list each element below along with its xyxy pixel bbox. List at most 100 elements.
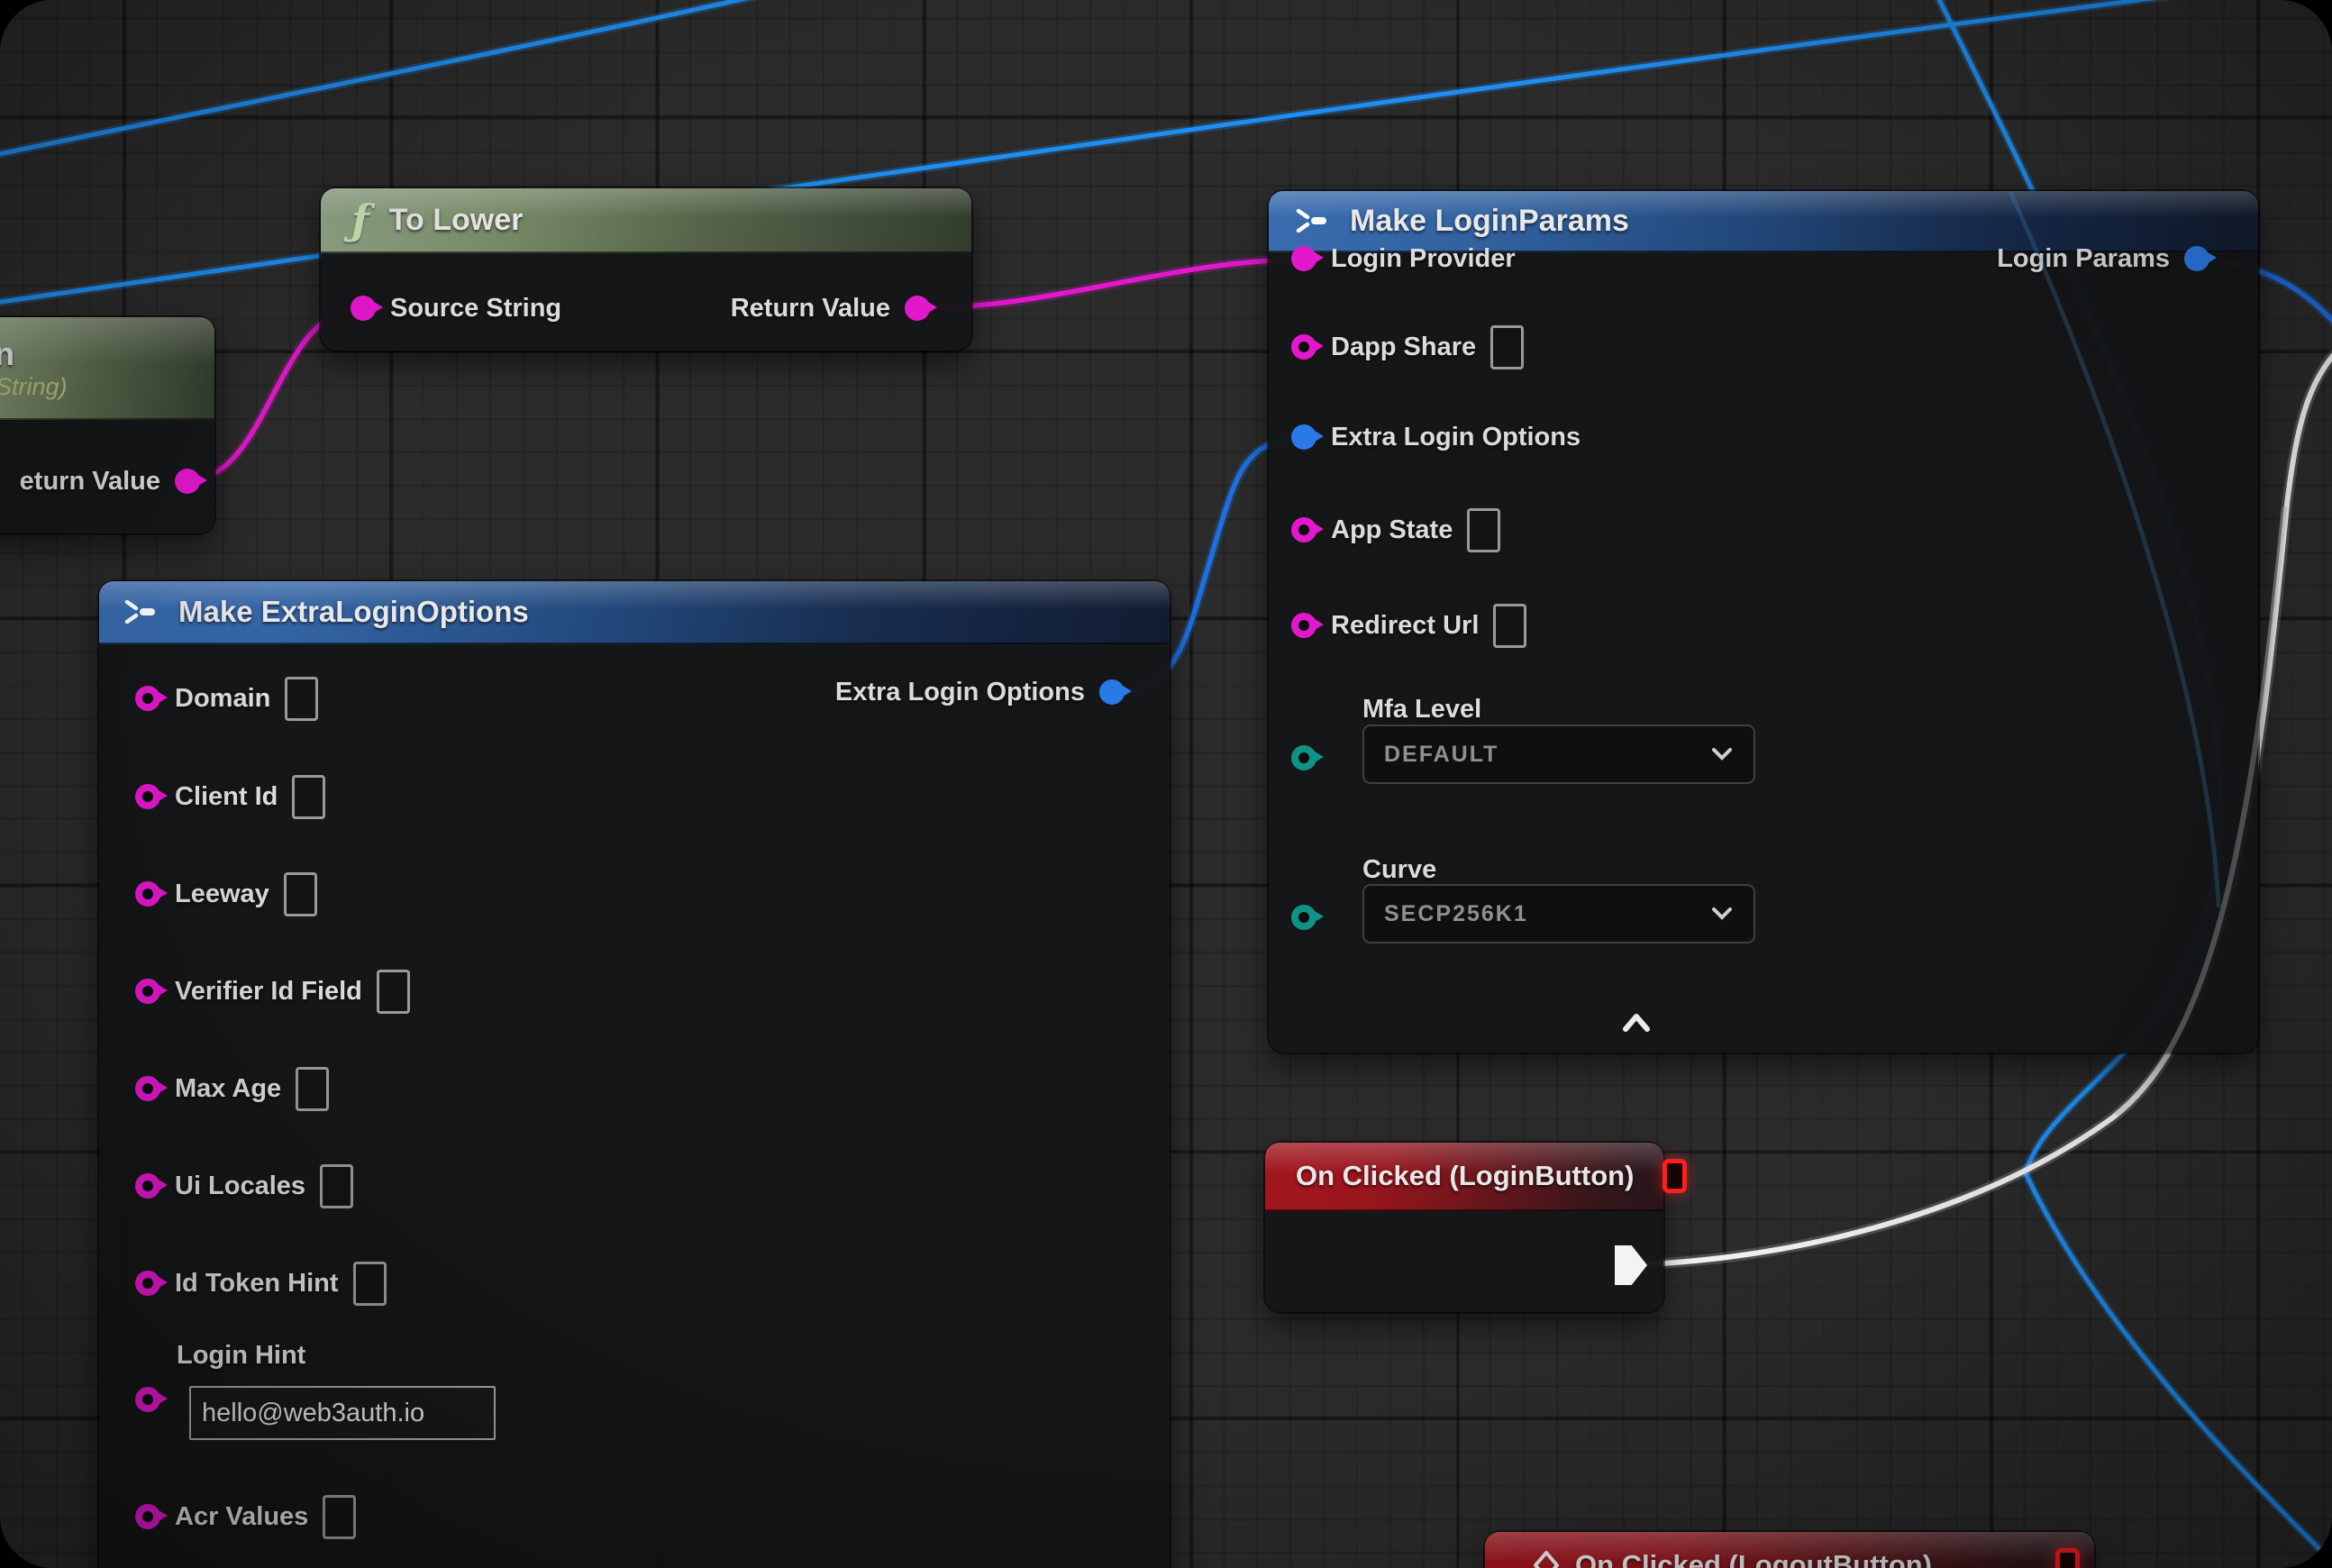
pin-row: Extra Login Options (835, 670, 1125, 714)
ui-locales-pin[interactable] (135, 1173, 160, 1199)
leeway-label: Leeway (175, 880, 269, 909)
node-title: To Lower (389, 203, 524, 238)
redirect-url-pin[interactable] (1291, 613, 1316, 638)
source-string-pin[interactable] (351, 296, 376, 321)
extra-login-options-output-label: Extra Login Options (835, 678, 1085, 707)
node-subtitle-fragment: ox (String) (0, 373, 68, 401)
login-provider-label: Login Provider (1331, 244, 1516, 274)
chevron-down-icon (1710, 907, 1734, 921)
mfa-level-pin[interactable] (1291, 745, 1316, 770)
curve-dropdown[interactable]: SECP256K1 (1362, 884, 1755, 944)
wire-blue-top-1 (0, 0, 838, 158)
pin-row: Verifier Id Field (135, 970, 410, 1013)
acr-values-pin[interactable] (135, 1504, 160, 1529)
node-title: On Clicked (LogoutButton) (1575, 1549, 1932, 1568)
domain-checkbox[interactable] (285, 677, 318, 721)
leeway-pin[interactable] (135, 881, 160, 907)
pin-row (1291, 736, 1316, 779)
pin-row: Id Token Hint (135, 1262, 387, 1305)
login-provider-pin[interactable] (1291, 246, 1316, 271)
blueprint-editor: tion ox (String) eturn Value ƒ To Lower … (0, 0, 2332, 1568)
pin-row: Redirect Url (1291, 604, 1526, 647)
app-state-label: App State (1331, 515, 1453, 545)
client-id-checkbox[interactable] (292, 775, 325, 819)
node-to-lower[interactable]: ƒ To Lower Source String Return Value (321, 188, 971, 351)
dapp-share-checkbox[interactable] (1490, 325, 1524, 369)
node-title: On Clicked (LoginButton) (1296, 1160, 1634, 1192)
acr-values-checkbox[interactable] (323, 1495, 356, 1539)
graph-canvas[interactable]: tion ox (String) eturn Value ƒ To Lower … (0, 0, 2332, 1568)
id-token-hint-pin[interactable] (135, 1271, 160, 1296)
dapp-share-pin[interactable] (1291, 334, 1316, 360)
node-make-loginparams[interactable]: Make LoginParams Login Provider Login Pa… (1269, 191, 2258, 1053)
mfa-level-dropdown[interactable]: DEFAULT (1362, 725, 1755, 784)
return-value-pin[interactable] (175, 469, 200, 494)
pin-row: Leeway (135, 872, 317, 916)
pin-row: Ui Locales (135, 1164, 353, 1208)
login-params-output-pin[interactable] (2184, 246, 2209, 271)
acr-values-label: Acr Values (175, 1502, 308, 1532)
pin-row: Login Provider (1291, 237, 1516, 280)
pin-row: Acr Values (135, 1495, 356, 1538)
max-age-label: Max Age (175, 1074, 281, 1104)
extra-login-options-label: Extra Login Options (1331, 423, 1580, 452)
collapse-node-chevron-icon[interactable] (1617, 1009, 1656, 1036)
id-token-hint-checkbox[interactable] (353, 1262, 387, 1306)
node-make-extraloginoptions[interactable]: Make ExtraLoginOptions Extra Login Optio… (99, 581, 1170, 1568)
login-hint-input[interactable] (189, 1386, 496, 1440)
node-title: Make LoginParams (1350, 204, 1629, 239)
extra-login-options-input-pin[interactable] (1291, 424, 1316, 450)
dapp-share-label: Dapp Share (1331, 333, 1476, 362)
verifier-id-field-label: Verifier Id Field (175, 977, 362, 1007)
node-title-fragment: tion (0, 335, 14, 373)
ui-locales-checkbox[interactable] (320, 1164, 353, 1208)
max-age-pin[interactable] (135, 1076, 160, 1101)
return-value-label: eturn Value (20, 467, 160, 497)
pin-row: Extra Login Options (1291, 415, 1580, 459)
function-icon: ƒ (351, 199, 369, 241)
mfa-level-value: DEFAULT (1384, 742, 1498, 768)
make-struct-icon (121, 598, 160, 625)
verifier-id-field-checkbox[interactable] (377, 970, 410, 1014)
pin-row: eturn Value (20, 460, 200, 503)
app-state-pin[interactable] (1291, 517, 1316, 542)
extra-login-options-output-pin[interactable] (1099, 679, 1125, 705)
client-id-pin[interactable] (135, 784, 160, 809)
curve-pin[interactable] (1291, 905, 1316, 930)
pin-row (135, 1378, 160, 1421)
node-onclicked-loginbutton[interactable]: On Clicked (LoginButton) (1265, 1143, 1663, 1312)
pin-row: Domain (135, 677, 318, 720)
delegate-output-pin[interactable] (2055, 1548, 2080, 1568)
max-age-checkbox[interactable] (296, 1067, 329, 1111)
pin-row: Max Age (135, 1067, 329, 1110)
exec-output-pin[interactable] (1615, 1245, 1647, 1285)
login-params-output-label: Login Params (1997, 244, 2170, 274)
verifier-id-field-pin[interactable] (135, 979, 160, 1004)
leeway-checkbox[interactable] (284, 872, 317, 916)
source-string-label: Source String (390, 294, 561, 324)
ui-locales-label: Ui Locales (175, 1171, 305, 1201)
client-id-label: Client Id (175, 782, 278, 812)
node-get-text-partial[interactable]: tion ox (String) eturn Value (0, 317, 214, 533)
wire-blue-top-1 (0, 0, 838, 158)
curve-value: SECP256K1 (1384, 901, 1528, 927)
pin-row: Source String (351, 287, 561, 330)
domain-label: Domain (175, 684, 270, 714)
pin-row (1291, 896, 1316, 939)
redirect-url-label: Redirect Url (1331, 611, 1479, 641)
event-diamond-icon (1532, 1549, 1561, 1568)
node-onclicked-logoutbutton[interactable]: On Clicked (LogoutButton) (1485, 1532, 2094, 1568)
app-state-checkbox[interactable] (1467, 508, 1500, 552)
domain-pin[interactable] (135, 686, 160, 711)
pin-row: Login Params (1997, 237, 2209, 280)
delegate-output-pin[interactable] (1662, 1159, 1687, 1193)
chevron-down-icon (1710, 747, 1734, 761)
return-value-pin[interactable] (905, 296, 930, 321)
login-hint-pin[interactable] (135, 1387, 160, 1412)
id-token-hint-label: Id Token Hint (175, 1269, 339, 1299)
pin-row: Return Value (731, 287, 930, 330)
make-struct-icon (1292, 207, 1332, 234)
redirect-url-checkbox[interactable] (1493, 604, 1526, 648)
return-value-label: Return Value (731, 294, 890, 324)
node-title: Make ExtraLoginOptions (178, 595, 529, 629)
